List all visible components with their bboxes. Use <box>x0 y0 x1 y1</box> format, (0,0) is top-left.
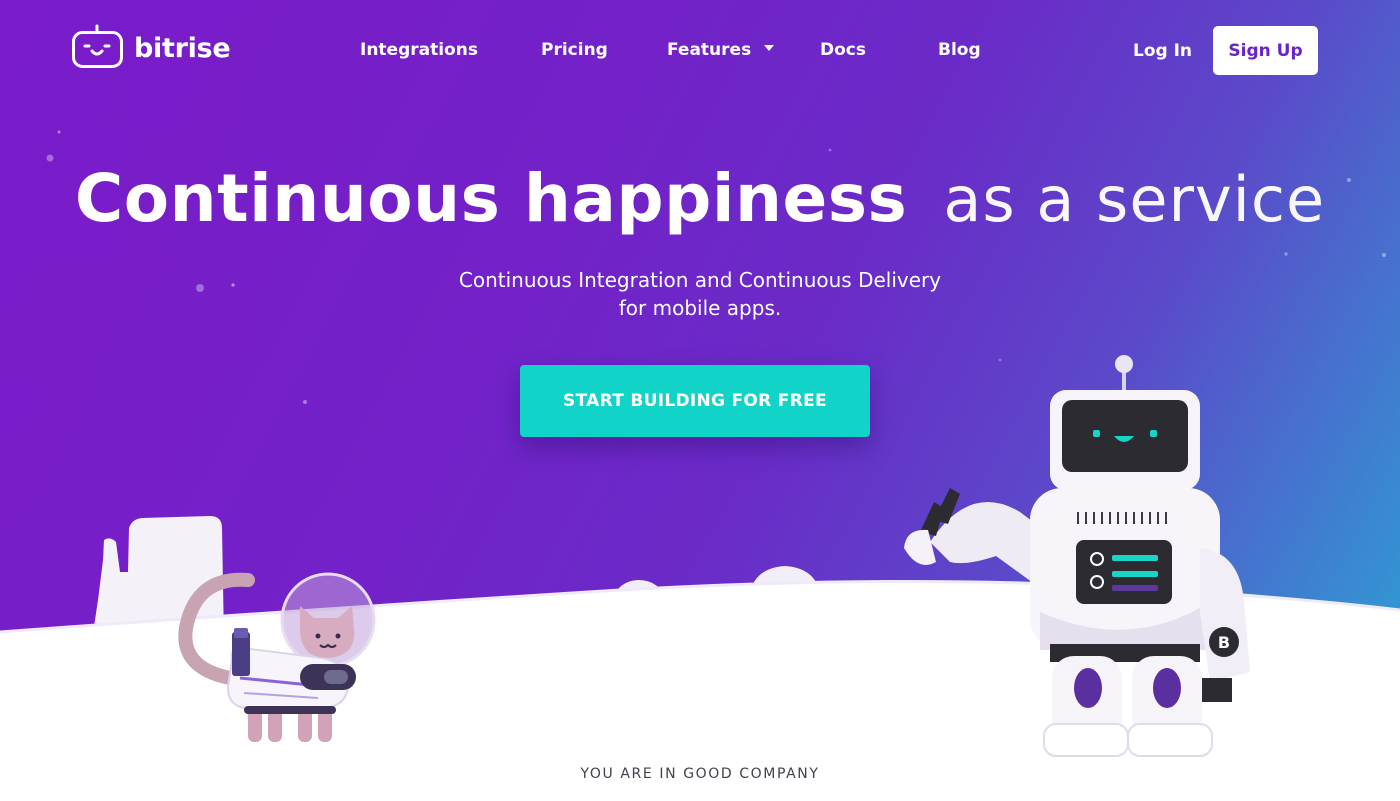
nav-link-features-label: Features <box>667 40 752 60</box>
hero-subheadline: Continuous Integration and Continuous De… <box>0 266 1400 322</box>
brand-name: bitrise <box>134 33 231 64</box>
hero-headline: Continuous happiness as a service <box>0 160 1400 237</box>
nav-link-pricing[interactable]: Pricing <box>541 38 608 62</box>
astronaut-cat-illustration <box>178 572 376 742</box>
subheadline-line-2: for mobile apps. <box>618 296 782 320</box>
chevron-down-icon <box>764 45 775 51</box>
nav-link-docs[interactable]: Docs <box>820 38 866 62</box>
robot-illustration: B <box>904 355 1250 757</box>
start-building-button[interactable]: START BUILDING FOR FREE <box>520 365 870 437</box>
subheadline-line-1: Continuous Integration and Continuous De… <box>458 268 942 292</box>
good-company-heading: YOU ARE IN GOOD COMPANY <box>580 766 820 782</box>
bitrise-robot-face-icon <box>72 24 123 68</box>
nav-link-features[interactable]: Features <box>667 38 775 62</box>
headline-bold: Continuous happiness <box>74 160 908 237</box>
headline-light: as a service <box>943 163 1326 236</box>
signup-button[interactable]: Sign Up <box>1213 26 1318 75</box>
login-link[interactable]: Log In <box>1133 39 1192 63</box>
nav-link-blog[interactable]: Blog <box>938 38 981 62</box>
bitrise-logo-link[interactable]: bitrise <box>71 24 231 70</box>
top-navigation: bitrise Integrations Pricing Features Do… <box>0 0 1400 100</box>
robot-badge-text: B <box>1218 633 1230 652</box>
hero-section: B bitrise Integrations Pricing Features … <box>0 0 1400 801</box>
nav-link-integrations[interactable]: Integrations <box>360 38 478 62</box>
